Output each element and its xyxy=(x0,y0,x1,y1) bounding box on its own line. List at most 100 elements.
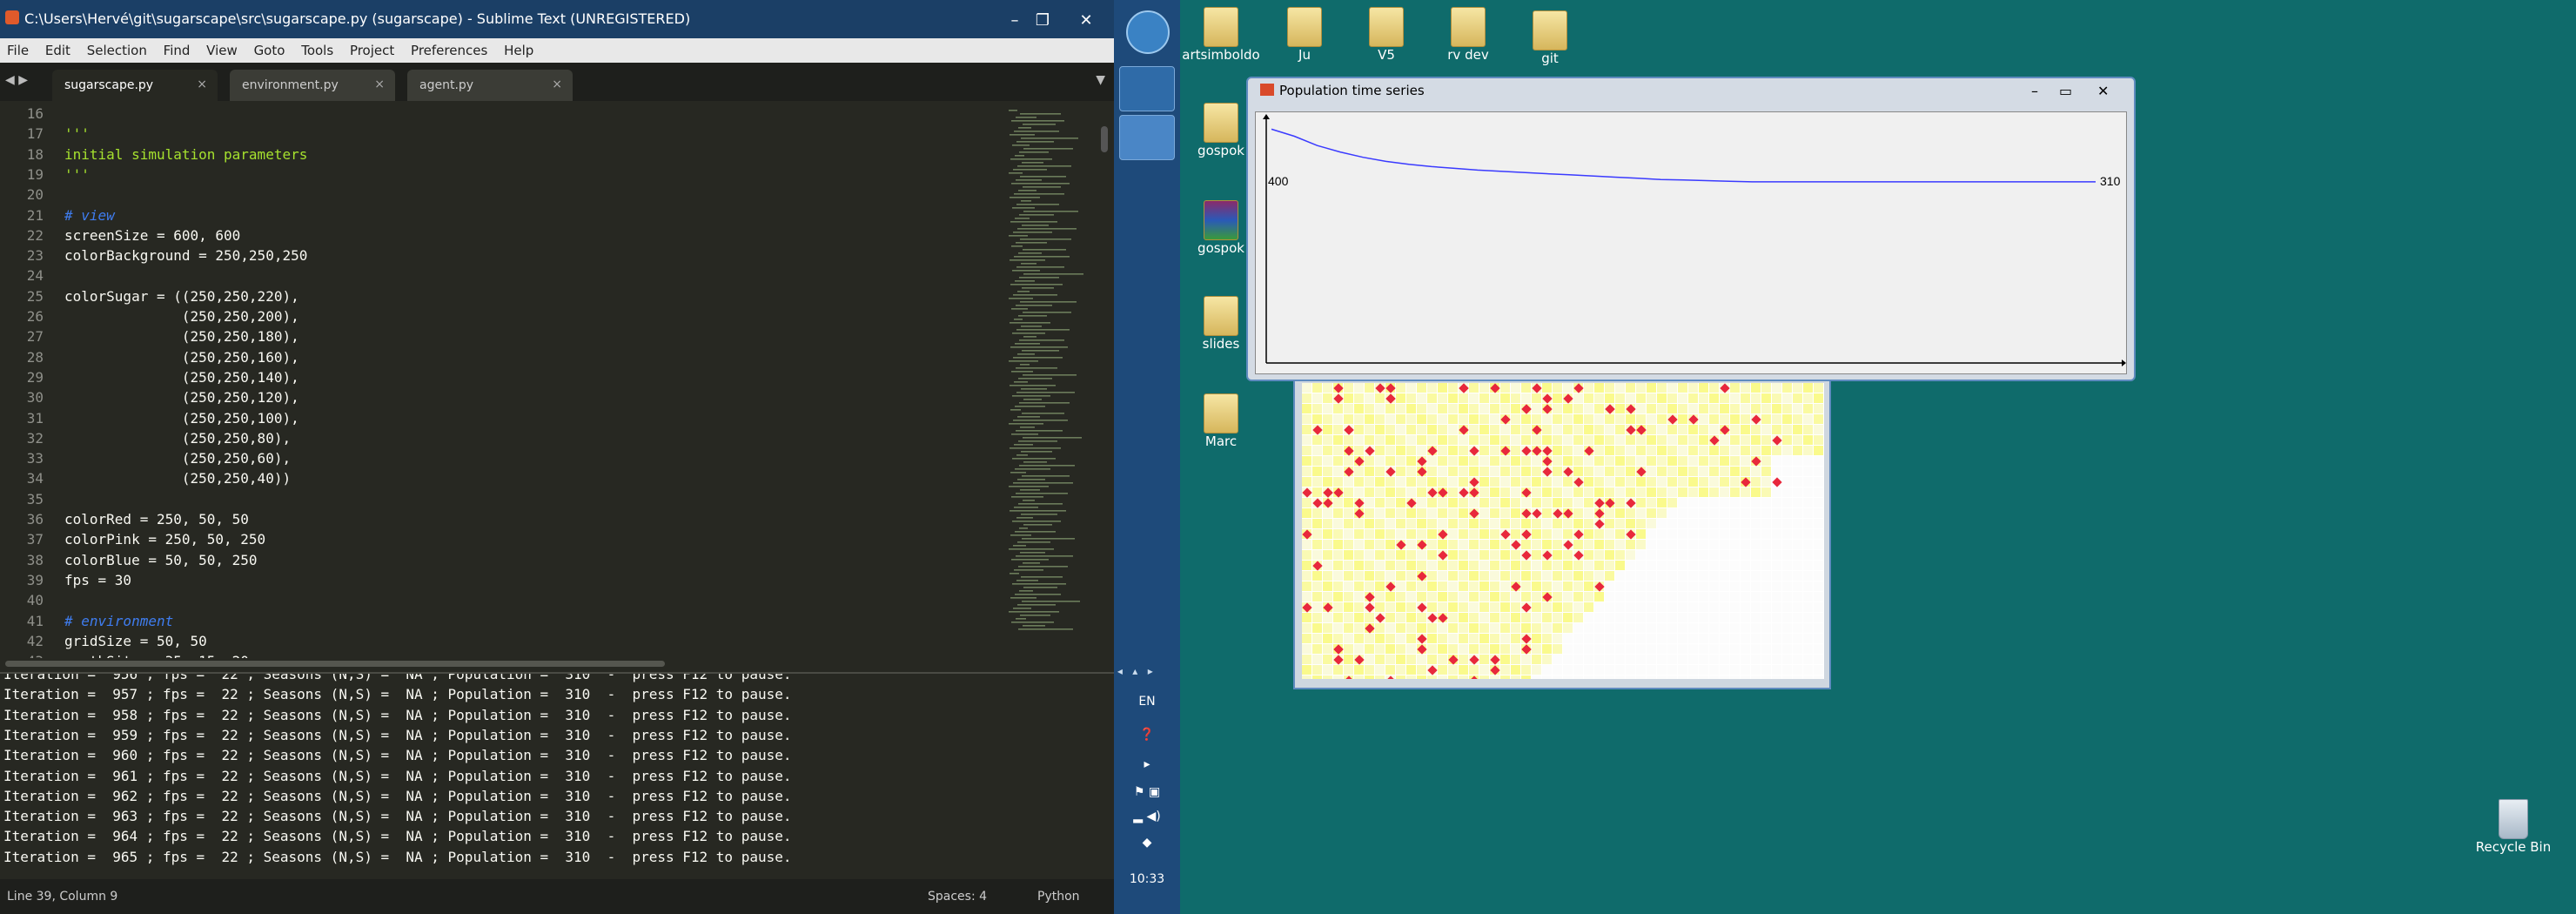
menu-selection[interactable]: Selection xyxy=(80,38,152,58)
tab-sugarscape[interactable]: sugarscape.py × xyxy=(52,70,218,101)
menu-edit[interactable]: Edit xyxy=(38,38,76,58)
sugar-cell xyxy=(1563,529,1573,539)
language-indicator[interactable]: EN xyxy=(1114,695,1180,709)
sugar-cell xyxy=(1365,467,1374,476)
sugar-cell xyxy=(1667,550,1677,560)
close-button[interactable]: ✕ xyxy=(2097,83,2109,99)
sugar-cell xyxy=(1751,592,1761,601)
sugar-cell xyxy=(1594,634,1604,643)
sugar-cell xyxy=(1375,435,1385,445)
sugar-cell xyxy=(1772,508,1781,518)
sugarscape-simulation-window[interactable] xyxy=(1293,373,1831,689)
menu-find[interactable]: Find xyxy=(157,38,196,58)
menu-file[interactable]: File xyxy=(0,38,34,58)
menu-view[interactable]: View xyxy=(199,38,243,58)
sugar-cell xyxy=(1542,383,1552,393)
indentation-setting[interactable]: Spaces: 4 xyxy=(928,890,987,904)
tray-expand-icon[interactable]: ▸ xyxy=(1114,757,1180,771)
code-text: northSite = 35, 15, 20 xyxy=(64,652,249,658)
minimap-line xyxy=(1018,503,1063,505)
sugar-cell xyxy=(1542,655,1552,664)
taskbar-paint-icon[interactable] xyxy=(1119,66,1175,111)
sugar-cell xyxy=(1615,519,1625,528)
tab-close-icon[interactable]: × xyxy=(197,77,207,91)
tab-dropdown-icon[interactable]: ▼ xyxy=(1096,73,1105,87)
menu-preferences[interactable]: Preferences xyxy=(404,38,493,58)
code-editor[interactable]: 16 17 ''' 18 initial simulation parameters 19… xyxy=(0,101,1001,658)
help-tray-icon[interactable]: ❓ xyxy=(1114,728,1180,742)
minimap-line xyxy=(1014,569,1043,571)
close-button[interactable]: ✕ xyxy=(1076,12,1097,30)
restore-button[interactable]: ❐ xyxy=(1034,12,1051,30)
maximize-button[interactable]: ▭ xyxy=(2059,83,2072,99)
sugar-cell xyxy=(1605,550,1614,560)
taskbar-python-icon[interactable] xyxy=(1119,115,1175,160)
taskbar-scroll-arrows-icon[interactable]: ◂ ▴ ▸ xyxy=(1114,665,1180,682)
menu-help[interactable]: Help xyxy=(497,38,539,58)
desktop-icon-recycle-bin[interactable]: Recycle Bin xyxy=(2470,799,2557,855)
tab-close-icon[interactable]: × xyxy=(374,77,385,91)
line-number: 27 xyxy=(26,328,44,346)
action-center-flag-icon[interactable]: ⚑ ▣ xyxy=(1114,785,1180,799)
syntax-selector[interactable]: Python xyxy=(1037,890,1080,904)
minimap[interactable] xyxy=(1005,104,1101,653)
sugar-cell xyxy=(1699,613,1708,622)
desktop-icon-git[interactable]: git xyxy=(1502,10,1598,66)
menu-tools[interactable]: Tools xyxy=(294,38,339,58)
sugar-cell xyxy=(1782,446,1792,455)
sugar-cell xyxy=(1605,487,1614,497)
minimap-line xyxy=(1022,601,1080,602)
editor-vertical-scrollbar[interactable] xyxy=(1101,126,1108,152)
sugar-cell xyxy=(1344,498,1353,507)
tab-close-icon[interactable]: × xyxy=(552,77,562,91)
sugar-cell xyxy=(1793,487,1802,497)
sugar-cell xyxy=(1782,623,1792,633)
sugar-cell xyxy=(1761,498,1771,507)
sugar-cell xyxy=(1782,550,1792,560)
sugar-cell xyxy=(1312,456,1322,466)
clock[interactable]: 10:33 xyxy=(1114,872,1180,886)
build-output-console[interactable]: Iteration = 956 ; fps = 22 ; Seasons (N,… xyxy=(0,672,1114,881)
population-window[interactable]: Population time series – ▭ ✕ 400 310 xyxy=(1246,77,2136,381)
tab-environment[interactable]: environment.py × xyxy=(230,70,395,101)
sugar-cell xyxy=(1479,602,1489,612)
sugar-cell xyxy=(1657,383,1667,393)
tab-nav-arrows-icon[interactable]: ◀ ▶ xyxy=(5,73,28,87)
sugar-cell xyxy=(1793,508,1802,518)
scroll-thumb[interactable] xyxy=(5,661,665,667)
menu-project[interactable]: Project xyxy=(343,38,399,58)
code-text: (250,250,100), xyxy=(64,409,299,427)
sugar-cell xyxy=(1761,644,1771,654)
sugar-cell xyxy=(1699,529,1708,539)
minimize-button[interactable]: – xyxy=(2031,83,2038,99)
start-button-icon[interactable] xyxy=(1126,10,1170,54)
desktop-icon-artsimboldo[interactable]: artsimboldo xyxy=(1173,7,1269,63)
sugarscape-grid-canvas[interactable] xyxy=(1302,383,1824,679)
menu-goto[interactable]: Goto xyxy=(247,38,291,58)
sugar-cell xyxy=(1459,467,1468,476)
sugar-cell xyxy=(1657,581,1667,591)
network-volume-icon[interactable]: ▂ ◀) xyxy=(1114,810,1180,823)
sugar-cell xyxy=(1542,623,1552,633)
sugar-cell xyxy=(1438,498,1447,507)
minimap-line xyxy=(1012,207,1035,209)
sugar-cell xyxy=(1459,414,1468,424)
sugar-cell xyxy=(1709,655,1719,664)
sugar-cell xyxy=(1636,581,1646,591)
sugar-cell xyxy=(1312,529,1322,539)
editor-horizontal-scrollbar[interactable] xyxy=(0,658,1114,670)
sugar-cell xyxy=(1333,414,1343,424)
population-window-titlebar[interactable]: Population time series – ▭ ✕ xyxy=(1253,78,2132,101)
dropbox-tray-icon[interactable]: ◆ xyxy=(1114,836,1180,850)
sugar-cell xyxy=(1500,383,1510,393)
sugar-cell xyxy=(1365,550,1374,560)
sugar-cell xyxy=(1761,634,1771,643)
sugar-cell xyxy=(1605,644,1614,654)
tab-agent[interactable]: agent.py × xyxy=(407,70,573,101)
sugar-cell xyxy=(1469,550,1479,560)
minimize-button[interactable]: – xyxy=(1006,12,1023,30)
desktop-icon-marc[interactable]: Marc xyxy=(1173,393,1269,449)
sugar-cell xyxy=(1594,456,1604,466)
line-number: 26 xyxy=(26,308,44,325)
sugar-cell xyxy=(1772,446,1781,455)
